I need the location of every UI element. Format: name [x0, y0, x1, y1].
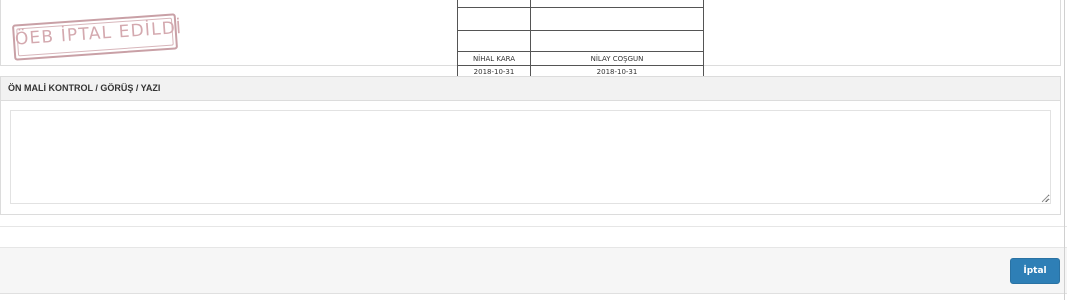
preliminary-control-section: ÖN MALİ KONTROL / GÖRÜŞ / YAZI — [0, 76, 1061, 215]
signer-name: NİLAY COŞGUN — [530, 51, 704, 66]
signer-name: NİHAL KARA — [457, 51, 531, 66]
form-footer: İptal — [0, 247, 1067, 294]
approval-panel: ÖEB İPTAL EDİLDİ NİHAL KARA NİLAY COŞGUN… — [0, 0, 1061, 79]
cancelled-stamp: ÖEB İPTAL EDİLDİ — [11, 13, 183, 61]
divider — [0, 226, 1067, 227]
opinion-textarea[interactable] — [10, 110, 1051, 204]
cancel-button[interactable]: İptal — [1010, 258, 1060, 284]
section-title: ÖN MALİ KONTROL / GÖRÜŞ / YAZI — [1, 77, 1060, 101]
scrollbar-edge — [1064, 0, 1065, 300]
signature-table: NİHAL KARA NİLAY COŞGUN 2018-10-31 2018-… — [457, 0, 704, 79]
